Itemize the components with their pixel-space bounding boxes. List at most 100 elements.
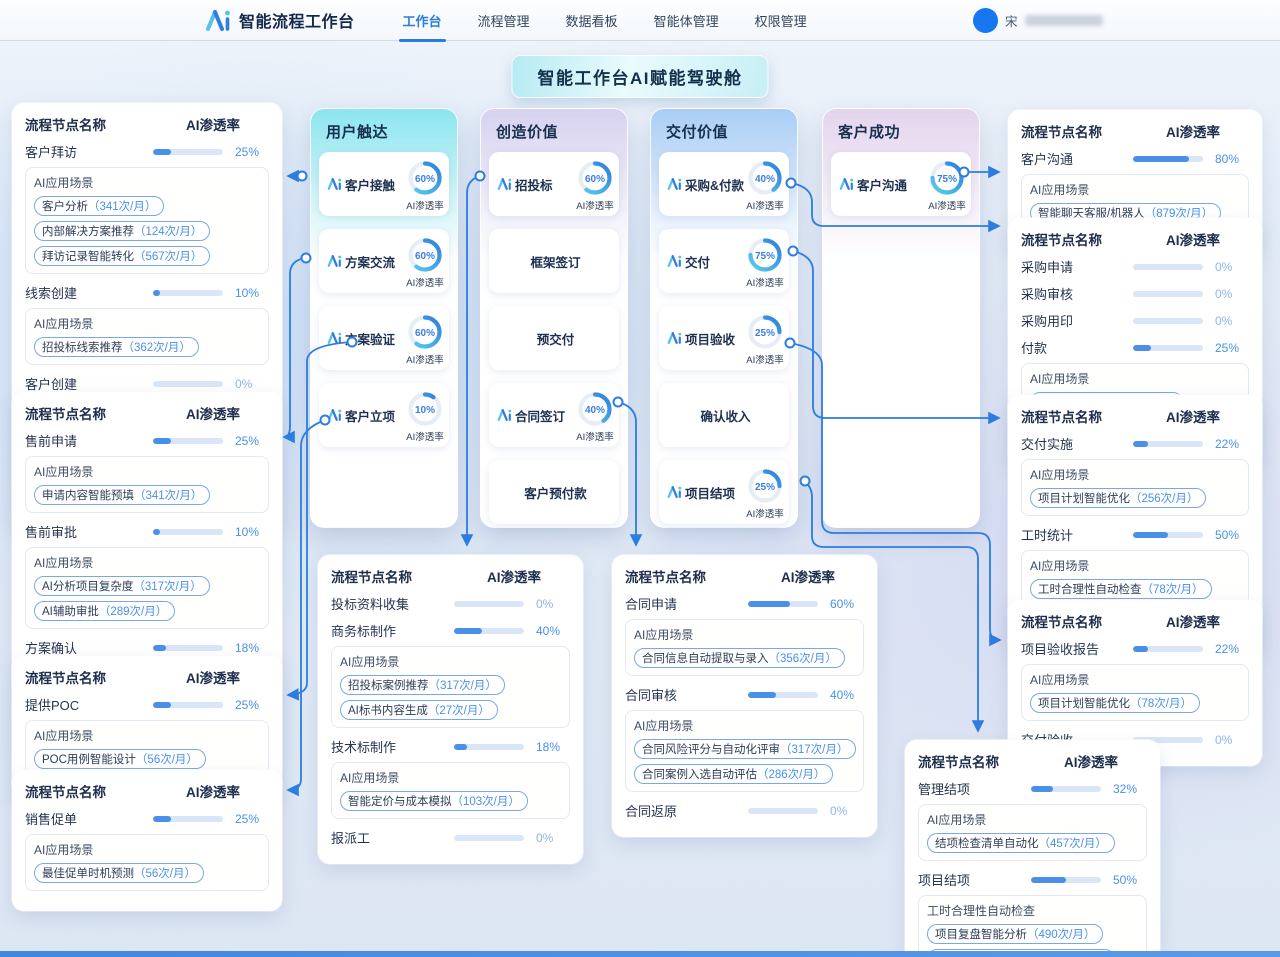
process-node-name: 项目结项	[918, 870, 1031, 889]
ai-scenario-box: AI应用场景项目计划智能优化（256次/月）	[1021, 459, 1249, 516]
ai-scenario-chips: AI分析项目复杂度（317次/月）AI辅助审批（289次/月）	[34, 576, 260, 621]
flow-node-card[interactable]: 确认收入	[659, 383, 789, 447]
chip-text: 智能定价与成本模拟	[348, 796, 452, 808]
process-node-row: 合同申请60%	[625, 594, 864, 613]
ai-rate-progress-fill	[153, 438, 171, 444]
svg-text:75%: 75%	[937, 173, 957, 184]
flow-node-card[interactable]: 预交付	[489, 306, 619, 370]
process-node-name: 提供POC	[25, 695, 153, 714]
flow-node-card[interactable]: 方案验证60%AI渗透率	[319, 306, 449, 370]
svg-text:75%: 75%	[755, 250, 775, 261]
process-node-name: 客户沟通	[1021, 149, 1133, 168]
ai-scenario-box: AI应用场景招投标线索推荐（362次/月）	[25, 308, 269, 365]
detail-card-header: 流程节点名称AI渗透率	[918, 751, 1147, 771]
chip-text: 项目计划智能优化	[1038, 493, 1130, 505]
detail-card-contract: 流程节点名称AI渗透率合同申请60%AI应用场景合同信息自动提取与录入（356次…	[612, 555, 877, 837]
detail-card-header: 流程节点名称AI渗透率	[1021, 406, 1249, 426]
tab-agent-management[interactable]: 智能体管理	[652, 0, 721, 43]
flow-node-name: 预交付	[537, 329, 575, 348]
ai-scenario-chip: 项目计划智能优化（78次/月）	[1030, 693, 1200, 713]
ai-rate-value: 25%	[235, 434, 269, 448]
ai-scenario-box: 工时合理性自动检查项目复盘智能分析（490次/月）知识自动提炼与归档（490次/…	[918, 895, 1147, 957]
ai-rate-progress-bar	[1031, 786, 1101, 792]
ai-scenario-box: AI应用场景申请内容智能预填（341次/月）	[25, 456, 269, 513]
tab-process-management[interactable]: 流程管理	[476, 0, 532, 43]
ai-scenario-label: AI应用场景	[34, 463, 260, 480]
chip-count: （341次/月）	[134, 490, 202, 502]
tab-data-board[interactable]: 数据看板	[564, 0, 620, 43]
ai-rate-value: 25%	[1215, 341, 1249, 355]
flow-node-left: 方案交流	[327, 252, 406, 271]
process-node-row: 项目结项50%	[918, 870, 1147, 889]
flow-node-name: 客户沟通	[857, 175, 907, 194]
chip-text: 项目计划智能优化	[1038, 698, 1130, 710]
flow-node-card[interactable]: 框架签订	[489, 229, 619, 293]
flow-node-card[interactable]: 交付75%AI渗透率	[659, 229, 789, 293]
ai-logo-icon	[839, 177, 854, 191]
ai-rate-donut: 10%	[406, 390, 444, 428]
tab-workbench[interactable]: 工作台	[401, 0, 444, 43]
ai-scenario-box: AI应用场景最佳促单时机预测（56次/月）	[25, 834, 269, 891]
process-node-row: 投标资料收集0%	[331, 594, 570, 613]
ai-scenario-label: AI应用场景	[927, 811, 1138, 828]
ai-logo-icon	[497, 408, 512, 422]
process-node-row: 商务标制作40%	[331, 621, 570, 640]
flow-node-left: 招投标	[497, 175, 576, 194]
ai-rate-progress-fill	[153, 816, 171, 822]
flow-node-card[interactable]: 客户立项10%AI渗透率	[319, 383, 449, 447]
user-menu[interactable]: 宋	[973, 0, 1103, 40]
ai-scenario-chips: 招投标线索推荐（362次/月）	[34, 337, 260, 357]
flow-node-card[interactable]: 招投标60%AI渗透率	[489, 152, 619, 216]
svg-text:60%: 60%	[415, 250, 435, 261]
flow-node-gauge: 60%AI渗透率	[406, 159, 444, 212]
chip-count: （317次/月）	[429, 680, 497, 692]
ai-scenario-box: AI应用场景POC用例智能设计（56次/月）	[25, 720, 269, 777]
detail-card-header: 流程节点名称AI渗透率	[1021, 121, 1249, 141]
avatar[interactable]	[973, 8, 998, 33]
flow-node-name: 项目结项	[685, 483, 735, 502]
flow-node-gauge: 25%AI渗透率	[746, 313, 784, 366]
flow-node-name: 框架签订	[530, 252, 580, 271]
ai-rate-progress-fill	[1133, 345, 1151, 351]
ai-scenario-chips: 申请内容智能预填（341次/月）	[34, 485, 260, 505]
column-header-node-name: 流程节点名称	[1021, 229, 1137, 249]
flow-node-card[interactable]: 采购&付款40%AI渗透率	[659, 152, 789, 216]
ai-rate-value: 80%	[1215, 152, 1249, 166]
ai-rate-value: 18%	[536, 740, 570, 754]
ai-rate-value: 25%	[235, 812, 269, 826]
detail-card-header: 流程节点名称AI渗透率	[331, 566, 570, 586]
ai-scenario-chip: 合同信息自动提取与录入（356次/月）	[634, 648, 845, 668]
ai-rate-progress-fill	[153, 149, 171, 155]
flow-node-name: 采购&付款	[685, 175, 744, 194]
nav-tabs: 工作台 流程管理 数据看板 智能体管理 权限管理	[385, 0, 825, 43]
flow-node-name: 交付	[685, 252, 710, 271]
process-node-name: 商务标制作	[331, 621, 454, 640]
process-node-row: 客户拜访25%	[25, 142, 269, 161]
flow-node-card[interactable]: 客户接触60%AI渗透率	[319, 152, 449, 216]
flow-node-card[interactable]: 客户预付款	[489, 460, 619, 524]
flow-node-card[interactable]: 合同签订40%AI渗透率	[489, 383, 619, 447]
tab-permission-management[interactable]: 权限管理	[753, 0, 809, 43]
svg-text:60%: 60%	[415, 173, 435, 184]
flow-node-card[interactable]: 项目验收25%AI渗透率	[659, 306, 789, 370]
ai-rate-progress-bar	[748, 692, 818, 698]
ai-logo-icon	[667, 254, 682, 268]
ai-scenario-box: AI应用场景合同风险评分与自动化评审（317次/月）合同案例入选自动评估（286…	[625, 710, 864, 792]
column-header-ai-rate: AI渗透率	[1035, 751, 1147, 771]
ai-scenario-label: AI应用场景	[1030, 557, 1240, 574]
detail-card-bidding: 流程节点名称AI渗透率投标资料收集0%商务标制作40%AI应用场景招投标案例推荐…	[318, 555, 583, 864]
column-header-node-name: 流程节点名称	[25, 667, 157, 687]
process-node-name: 采购审核	[1021, 284, 1133, 303]
ai-rate-progress-bar	[1133, 345, 1203, 351]
ai-scenario-label: AI应用场景	[340, 769, 561, 786]
ai-scenario-label: AI应用场景	[34, 315, 260, 332]
ai-rate-progress-bar	[153, 381, 223, 387]
ai-rate-progress-bar	[454, 628, 524, 634]
ai-rate-value: 40%	[830, 688, 864, 702]
flow-node-card[interactable]: 方案交流60%AI渗透率	[319, 229, 449, 293]
flow-node-card[interactable]: 项目结项25%AI渗透率	[659, 460, 789, 524]
process-node-row: 提供POC25%	[25, 695, 269, 714]
ai-rate-value: 22%	[1215, 437, 1249, 451]
ai-rate-value: 0%	[830, 804, 864, 818]
flow-node-card[interactable]: 客户沟通75%AI渗透率	[831, 152, 971, 216]
